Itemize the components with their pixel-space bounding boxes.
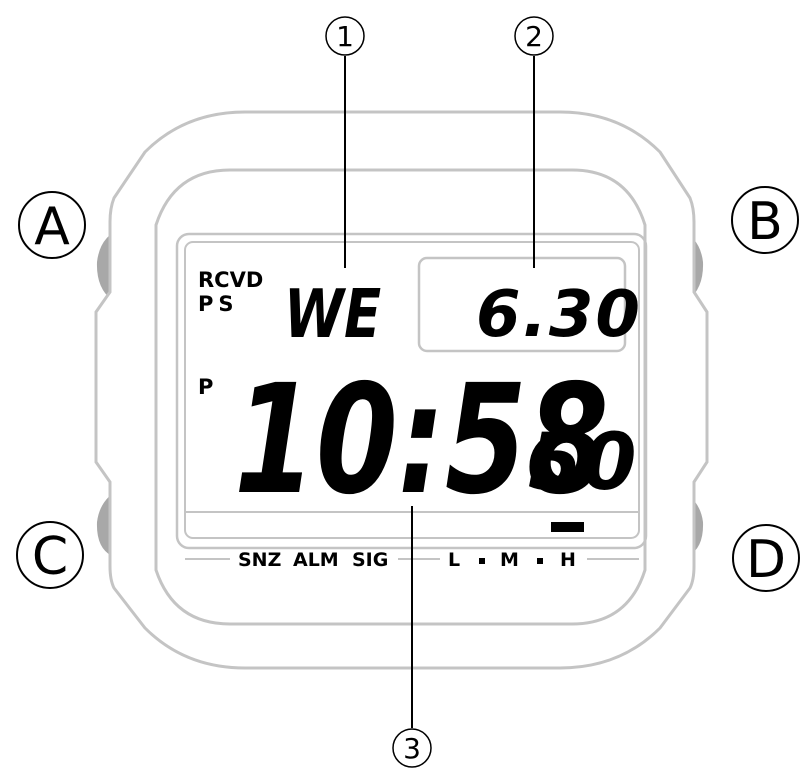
- ps-indicator: PS: [198, 292, 239, 316]
- callout-3-number: 3: [403, 732, 421, 765]
- callout-1-number: 1: [336, 20, 354, 53]
- snz-label: SNZ: [238, 549, 281, 571]
- day-of-week-display: WE: [284, 275, 381, 353]
- seconds-display: 50: [528, 418, 637, 508]
- level-l-label: L: [448, 549, 460, 571]
- button-a-letter: A: [34, 197, 70, 257]
- watch-diagram: SNZ ALM SIG L M H RCVD PS P WE 6.30 10:5…: [0, 0, 802, 773]
- level-dot-1: [479, 558, 485, 564]
- rcvd-indicator: RCVD: [198, 268, 263, 292]
- level-h-label: H: [560, 549, 576, 571]
- sig-label: SIG: [352, 549, 388, 571]
- level-m-label: M: [500, 549, 519, 571]
- pm-indicator: P: [198, 375, 213, 399]
- button-c-letter: C: [32, 527, 68, 587]
- button-d-letter: D: [746, 530, 786, 590]
- date-display: 6.30: [476, 278, 642, 352]
- alm-label: ALM: [293, 549, 339, 571]
- level-dot-2: [537, 558, 543, 564]
- callout-2-number: 2: [525, 20, 543, 53]
- button-b-letter: B: [747, 192, 783, 252]
